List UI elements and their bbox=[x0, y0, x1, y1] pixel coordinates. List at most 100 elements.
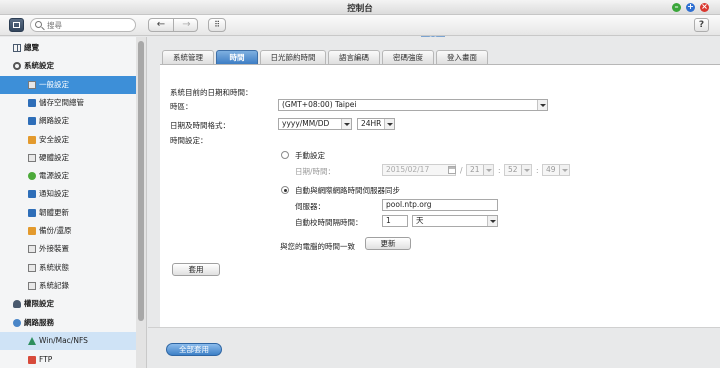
sidebar-item[interactable]: 儲存空間總管 bbox=[0, 94, 136, 112]
timezone-value: (GMT+08:00) Taipei bbox=[282, 100, 357, 109]
footer-bar: 全部套用 bbox=[148, 327, 720, 368]
forward-button[interactable]: → bbox=[174, 19, 197, 31]
sidebar-item[interactable]: 系統記錄 bbox=[0, 277, 136, 295]
sidebar: 總覽系統設定一般設定 儲存空間總管網路設定安全設定硬體設定 電源設定 通知設定韌體更新… bbox=[0, 37, 147, 368]
external-device-icon bbox=[28, 245, 36, 253]
sync-interval-unit-select[interactable]: 天 bbox=[412, 215, 498, 227]
manual-second-value: 49 bbox=[546, 165, 556, 174]
firmware-icon bbox=[28, 209, 36, 217]
window-icon bbox=[13, 22, 20, 28]
sidebar-item[interactable]: FTP bbox=[0, 351, 136, 368]
server-label: 伺服器： bbox=[295, 202, 325, 211]
back-button[interactable]: ← bbox=[149, 19, 174, 31]
manual-date-input[interactable]: 2015/02/17 bbox=[382, 164, 456, 176]
tab-password-strength[interactable]: 密碼強度 bbox=[382, 50, 434, 64]
sidebar-item-label: 系統設定 bbox=[24, 61, 54, 70]
sidebar-toggle-button[interactable] bbox=[9, 18, 24, 32]
sidebar-scrollbar[interactable] bbox=[136, 37, 146, 368]
hardware-icon bbox=[28, 154, 36, 162]
timezone-label: 時區： bbox=[170, 102, 193, 111]
date-time-format-label: 日期及時間格式： bbox=[170, 121, 230, 130]
system-status-icon bbox=[28, 264, 36, 272]
sidebar-item[interactable]: 總覽 bbox=[0, 39, 136, 57]
sidebar-item[interactable]: 系統狀態 bbox=[0, 259, 136, 277]
section-title: 系統目前的日期和時間： bbox=[170, 88, 253, 97]
sidebar-item-label: 總覽 bbox=[24, 43, 39, 52]
main-panel: 系統管理 時間 日光節約時間 語言編碼 密碼強度 登入畫面 系統目前的日期和時間… bbox=[148, 37, 720, 368]
manual-hour-select[interactable]: 21 bbox=[466, 164, 494, 176]
sidebar-item[interactable]: Win/Mac/NFS bbox=[0, 332, 136, 350]
manual-radio[interactable] bbox=[281, 151, 289, 159]
apply-all-button[interactable]: 全部套用 bbox=[166, 343, 222, 356]
tab-daylight-saving[interactable]: 日光節約時間 bbox=[260, 50, 326, 64]
maximize-button[interactable]: + bbox=[686, 2, 695, 12]
calendar-icon[interactable] bbox=[448, 166, 456, 174]
network-icon bbox=[28, 117, 36, 125]
chevron-down-icon bbox=[521, 165, 531, 175]
sidebar-item[interactable]: 系統設定 bbox=[0, 57, 136, 75]
tab-system-admin[interactable]: 系統管理 bbox=[162, 50, 214, 64]
apply-button[interactable]: 套用 bbox=[172, 263, 220, 276]
manual-minute-select[interactable]: 52 bbox=[504, 164, 532, 176]
sidebar-item-label: 韌體更新 bbox=[39, 208, 69, 217]
title-bar: 控制台 – + × bbox=[0, 0, 720, 15]
hour-format-value: 24HR bbox=[361, 119, 382, 128]
hour-format-select[interactable]: 24HR bbox=[357, 118, 395, 130]
sidebar-item[interactable]: 備份/還原 bbox=[0, 222, 136, 240]
sidebar-item[interactable]: 安全設定 bbox=[0, 131, 136, 149]
search-box[interactable] bbox=[30, 18, 136, 32]
help-button[interactable]: ? bbox=[694, 18, 709, 32]
sidebar-item[interactable]: 網路服務 bbox=[0, 314, 136, 332]
user-icon bbox=[13, 300, 21, 308]
tab-language-encoding[interactable]: 語言編碼 bbox=[328, 50, 380, 64]
sidebar-item-label: Win/Mac/NFS bbox=[39, 336, 88, 345]
sidebar-item-label: 外接裝置 bbox=[39, 244, 69, 253]
storage-icon bbox=[28, 99, 36, 107]
minimize-button[interactable]: – bbox=[672, 2, 681, 12]
scrollbar-thumb[interactable] bbox=[138, 41, 144, 321]
date-format-select[interactable]: yyyy/MM/DD bbox=[278, 118, 352, 130]
ftp-icon bbox=[28, 356, 36, 364]
close-button[interactable]: × bbox=[700, 2, 709, 12]
apps-grid-button[interactable]: ⠿ bbox=[208, 18, 226, 32]
separator-colon: : bbox=[536, 166, 539, 175]
sync-with-pc-label: 與您的電腦的時間一致 bbox=[280, 242, 355, 251]
grid-icon bbox=[13, 44, 21, 52]
auto-sync-radio[interactable] bbox=[281, 186, 289, 194]
sidebar-item[interactable]: 權限設定 bbox=[0, 295, 136, 313]
sync-interval-value: 1 bbox=[386, 216, 391, 225]
server-input[interactable]: pool.ntp.org bbox=[382, 199, 498, 211]
notification-icon bbox=[28, 190, 36, 198]
sidebar-item[interactable]: 通知設定 bbox=[0, 185, 136, 203]
power-icon bbox=[28, 172, 36, 180]
sync-interval-unit-value: 天 bbox=[416, 216, 424, 225]
win-mac-nfs-icon bbox=[28, 337, 36, 345]
system-log-icon bbox=[28, 282, 36, 290]
timezone-select[interactable]: (GMT+08:00) Taipei bbox=[278, 99, 548, 111]
sidebar-item[interactable]: 電源設定 bbox=[0, 167, 136, 185]
separator-colon: : bbox=[498, 166, 501, 175]
globe-icon bbox=[13, 319, 21, 327]
sidebar-item-label: 網路設定 bbox=[39, 116, 69, 125]
tab-login-screen[interactable]: 登入畫面 bbox=[436, 50, 488, 64]
update-button[interactable]: 更新 bbox=[365, 237, 411, 250]
sidebar-item[interactable]: 外接裝置 bbox=[0, 240, 136, 258]
sidebar-item[interactable]: 一般設定 bbox=[0, 76, 136, 94]
sidebar-item-label: 安全設定 bbox=[39, 135, 69, 144]
separator-slash: / bbox=[460, 166, 463, 175]
search-input[interactable] bbox=[47, 19, 133, 31]
sidebar-item-label: 系統狀態 bbox=[39, 263, 69, 272]
chevron-down-icon bbox=[537, 100, 547, 110]
manual-minute-value: 52 bbox=[508, 165, 518, 174]
window-title: 控制台 bbox=[347, 4, 373, 14]
sync-interval-input[interactable]: 1 bbox=[382, 215, 408, 227]
sidebar-item-label: 系統記錄 bbox=[39, 281, 69, 290]
tab-time[interactable]: 時間 bbox=[216, 50, 258, 64]
sidebar-item[interactable]: 網路設定 bbox=[0, 112, 136, 130]
sidebar-item[interactable]: 韌體更新 bbox=[0, 204, 136, 222]
toolbar: ← → ⠿ ? bbox=[0, 15, 720, 36]
chevron-down-icon bbox=[384, 119, 394, 129]
sidebar-item[interactable]: 硬體設定 bbox=[0, 149, 136, 167]
server-value: pool.ntp.org bbox=[386, 200, 432, 209]
manual-second-select[interactable]: 49 bbox=[542, 164, 570, 176]
